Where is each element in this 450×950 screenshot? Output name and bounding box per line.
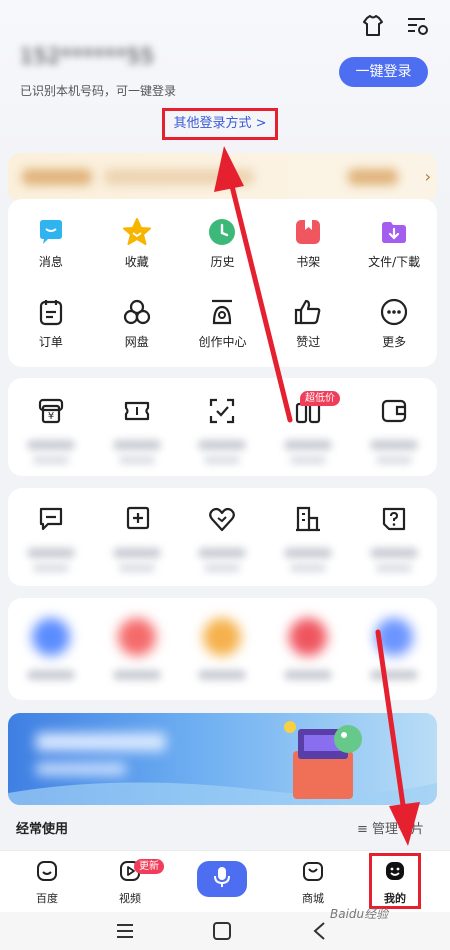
nav-label: 百度	[36, 892, 58, 905]
home-icon	[17, 859, 77, 887]
service-item[interactable]: ¥	[8, 396, 94, 464]
help-icon	[379, 504, 409, 534]
star-icon	[122, 217, 152, 247]
tool-liked[interactable]: 赞过	[265, 297, 351, 350]
tool-history[interactable]: 历史	[180, 217, 266, 270]
tool-label: 创作中心	[198, 335, 247, 349]
scan-check-icon	[207, 396, 237, 426]
building-icon	[293, 504, 323, 534]
tool-label: 赞过	[296, 335, 321, 349]
service-item[interactable]	[265, 504, 351, 572]
tool-favorites[interactable]: 收藏	[94, 217, 180, 270]
tool-messages[interactable]: 消息	[8, 217, 94, 270]
bottom-navigation: 百度 视频 更新 商城 我的	[0, 850, 450, 912]
service-item[interactable]	[180, 396, 266, 464]
tool-label: 网盘	[124, 335, 149, 349]
mic-icon	[213, 866, 231, 892]
more-icon	[379, 297, 409, 327]
recents-icon[interactable]	[116, 922, 134, 944]
service-item[interactable]	[180, 504, 266, 572]
other-login-methods-link[interactable]: 其他登录方式 >	[162, 108, 278, 140]
tool-bookshelf[interactable]: 书架	[265, 217, 351, 270]
order-icon	[36, 297, 66, 327]
heart-icon	[207, 504, 237, 534]
list-icon: ≡	[357, 822, 373, 837]
creator-icon	[207, 297, 237, 327]
tool-orders[interactable]: 订单	[8, 297, 94, 350]
tool-label: 订单	[38, 335, 63, 349]
promo-banner[interactable]	[8, 713, 437, 805]
masked-phone-number: 152******55	[20, 44, 155, 68]
tools-card: 消息 收藏 历史 书架 文件/下載 订单 网盘 创作中心 赞过 更多	[8, 199, 437, 367]
service-item[interactable]	[8, 504, 94, 572]
one-click-login-button[interactable]: 一键登录	[339, 57, 428, 87]
promo-illustration	[8, 721, 437, 805]
watermark: Baidu经验	[330, 907, 389, 921]
bookshelf-icon	[293, 217, 323, 247]
tool-label: 文件/下載	[368, 255, 421, 269]
tool-label: 更多	[382, 335, 407, 349]
service-item[interactable]	[94, 396, 180, 464]
wallet-icon	[379, 396, 409, 426]
chevron-right-icon: ›	[424, 167, 431, 186]
add-square-icon	[122, 504, 152, 534]
services-card: ¥	[8, 378, 437, 476]
mall-icon	[283, 859, 343, 887]
home-button-icon[interactable]	[213, 922, 231, 944]
skin-icon[interactable]	[359, 12, 387, 40]
manage-cards-button[interactable]: ≡ 管理卡片	[357, 818, 424, 837]
nav-label: 商城	[302, 892, 324, 905]
nav-mall[interactable]: 商城	[283, 859, 343, 906]
service-item[interactable]	[351, 396, 437, 464]
tool-label: 历史	[210, 255, 235, 269]
chat-icon	[36, 504, 66, 534]
clock-icon	[207, 217, 237, 247]
recommend-item[interactable]	[180, 618, 266, 680]
recommend-item[interactable]	[8, 618, 94, 680]
recommend-card	[8, 598, 437, 700]
thumbs-up-icon	[293, 297, 323, 327]
nav-baidu[interactable]: 百度	[17, 859, 77, 906]
voice-search-button[interactable]	[197, 861, 247, 897]
download-icon	[379, 217, 409, 247]
recommend-item[interactable]	[351, 618, 437, 680]
coupon-icon	[122, 396, 152, 426]
tool-downloads[interactable]: 文件/下載	[351, 217, 437, 270]
message-icon	[36, 217, 66, 247]
nav-label: 视频	[119, 892, 141, 905]
phone-detected-hint: 已识别本机号码，可一键登录	[20, 84, 177, 98]
annotation-highlight-box	[369, 853, 421, 909]
more-services-card	[8, 488, 437, 586]
tool-label: 书架	[296, 255, 321, 269]
tool-creator-center[interactable]: 创作中心	[180, 297, 266, 350]
low-price-badge: 超低价	[300, 391, 340, 406]
tool-cloud-disk[interactable]: 网盘	[94, 297, 180, 350]
service-item[interactable]	[265, 396, 351, 464]
recommend-item[interactable]	[265, 618, 351, 680]
tool-more[interactable]: 更多	[351, 297, 437, 350]
tool-label: 消息	[38, 255, 63, 269]
tool-label: 收藏	[124, 255, 149, 269]
manage-cards-label: 管理卡片	[372, 822, 425, 837]
recommend-item[interactable]	[94, 618, 180, 680]
back-icon[interactable]	[312, 922, 326, 944]
yuan-ticket-icon: ¥	[36, 396, 66, 426]
frequently-used-title: 经常使用	[16, 822, 69, 837]
update-badge: 更新	[134, 859, 164, 874]
settings-icon[interactable]	[403, 12, 431, 40]
service-item[interactable]	[94, 504, 180, 572]
service-item[interactable]	[351, 504, 437, 572]
svg-text:¥: ¥	[48, 411, 54, 422]
member-banner[interactable]: ›	[8, 153, 437, 202]
cloud-disk-icon	[122, 297, 152, 327]
